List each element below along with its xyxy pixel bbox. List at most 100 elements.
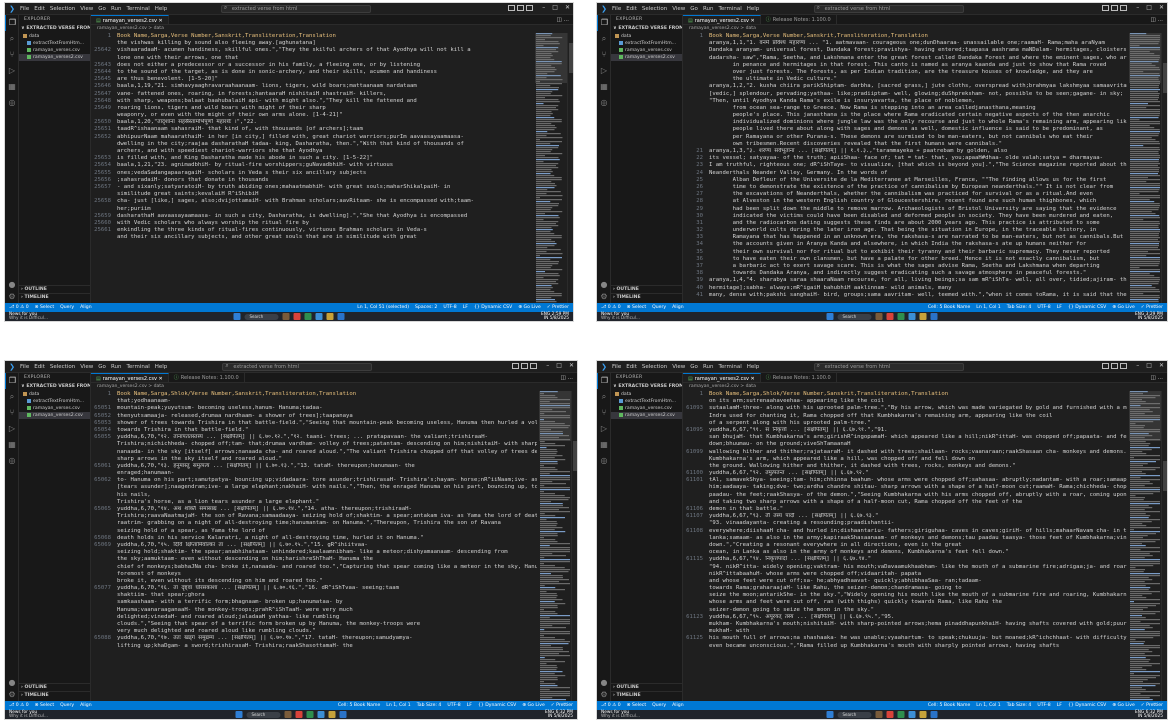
run-debug-icon[interactable]: ▷ — [597, 421, 611, 437]
extensions-icon[interactable]: ▦ — [597, 79, 611, 95]
status-item[interactable]: Align — [80, 703, 92, 708]
status-item[interactable]: Query — [60, 305, 74, 310]
manage-gear-icon[interactable]: ⚙ — [597, 690, 611, 699]
minimize-icon[interactable]: – — [542, 4, 545, 11]
menu-item-file[interactable]: File — [20, 6, 29, 12]
vscode-taskbar-icon[interactable] — [337, 313, 345, 320]
start-icon[interactable] — [235, 711, 243, 718]
toggle-sidebar-icon[interactable] — [1102, 363, 1109, 369]
minimap-viewport[interactable] — [1129, 391, 1161, 441]
app-icon[interactable] — [293, 313, 301, 320]
status-item[interactable]: ⎇ 0 ⚠ 0 — [9, 305, 29, 310]
outline-section[interactable]: › OUTLINE — [19, 285, 90, 293]
taskbar-search[interactable]: Search — [837, 313, 872, 320]
maximize-icon[interactable]: □ — [1146, 4, 1152, 11]
more-actions-icon[interactable]: … — [1158, 17, 1164, 23]
source-control-icon[interactable]: ⑂ — [597, 405, 611, 421]
menu-item-view[interactable]: View — [672, 364, 685, 370]
menu-item-go[interactable]: Go — [690, 364, 698, 370]
chrome-icon[interactable] — [306, 711, 314, 718]
code-view[interactable]: 1 Book Name,Sarga,Verse Number,Sanskrit,T… — [91, 33, 533, 303]
vscode-taskbar-icon[interactable] — [930, 313, 938, 320]
breadcrumb[interactable]: ramayan_verses2.csv > data — [91, 25, 573, 33]
news-widget[interactable]: News for you Why it is Difficul... — [9, 313, 48, 320]
file-tree-item[interactable]: data — [19, 391, 90, 398]
minimize-icon[interactable]: – — [1136, 362, 1139, 369]
minimap[interactable] — [535, 33, 567, 303]
workspace-folder-header[interactable]: ∨ EXTRACTED VERSE FROM HT... — [19, 25, 90, 33]
timeline-section[interactable]: › TIMELINE — [611, 691, 682, 699]
explorer-icon[interactable]: ❐ — [5, 15, 19, 31]
tab-release-notes[interactable]: ⓘ Release Notes: 1.100.0 — [761, 15, 837, 24]
edge-icon[interactable] — [908, 711, 916, 718]
timeline-section[interactable]: › TIMELINE — [611, 293, 682, 301]
split-editor-icon[interactable]: ◫ — [557, 17, 562, 23]
minimap-viewport[interactable] — [539, 391, 571, 441]
minimap[interactable] — [1129, 33, 1161, 303]
explorer-icon[interactable]: ❐ — [597, 373, 611, 389]
breadcrumb[interactable]: ramayan_verses2.csv > data — [91, 383, 577, 391]
minimap[interactable] — [1129, 391, 1161, 701]
timeline-section[interactable]: › TIMELINE — [19, 691, 90, 699]
toggle-panel-icon[interactable] — [521, 363, 528, 369]
menu-item-run[interactable]: Run — [111, 364, 122, 370]
menu-item-file[interactable]: File — [20, 364, 29, 370]
editor-scrollbar[interactable] — [567, 33, 573, 303]
file-tree-item[interactable]: ramayan_verses2.csv — [19, 412, 90, 419]
status-item[interactable]: ⊗ Select — [627, 305, 646, 310]
menu-item-run[interactable]: Run — [703, 364, 714, 370]
menu-item-file[interactable]: File — [612, 364, 621, 370]
menu-item-view[interactable]: View — [672, 6, 685, 12]
editor-scrollbar[interactable] — [1161, 391, 1167, 701]
minimize-icon[interactable]: – — [1136, 4, 1139, 11]
menu-item-go[interactable]: Go — [98, 364, 106, 370]
status-item[interactable]: ⊗ Select — [627, 703, 646, 708]
breadcrumb[interactable]: ramayan_verses2.csv > data — [683, 25, 1167, 33]
news-widget[interactable]: News for you Why it is Difficul... — [601, 313, 640, 320]
system-tray[interactable]: ENG 6:32 PM IN 5/8/2025 — [545, 711, 573, 718]
run-debug-icon[interactable]: ▷ — [5, 421, 19, 437]
status-item[interactable]: ✓ Prettier — [547, 305, 569, 310]
split-editor-icon[interactable]: ◫ — [1151, 375, 1156, 381]
menu-item-go[interactable]: Go — [98, 6, 106, 12]
breadcrumb[interactable]: ramayan_verses2.csv > data — [683, 383, 1167, 391]
status-item[interactable]: ⎇ 0 ⚠ 0 — [601, 703, 621, 708]
edge-icon[interactable] — [317, 711, 325, 718]
status-item[interactable]: Query — [652, 703, 666, 708]
account-icon[interactable]: ● — [597, 678, 611, 687]
outline-section[interactable]: › OUTLINE — [19, 683, 90, 691]
workspace-folder-header[interactable]: ∨ EXTRACTED VERSE FROM HT... — [611, 25, 682, 33]
tab-csv-file[interactable]: ▤ ramayan_verses2.csv ✕ — [683, 373, 761, 382]
status-item[interactable]: ✓ Prettier — [1141, 703, 1163, 708]
close-icon[interactable]: ✕ — [1159, 4, 1164, 11]
vscode-taskbar-icon[interactable] — [930, 711, 938, 718]
folder-icon[interactable] — [919, 313, 927, 320]
menu-item-help[interactable]: Help — [155, 364, 168, 370]
folder-icon[interactable] — [326, 313, 334, 320]
more-actions-icon[interactable]: … — [1158, 375, 1164, 381]
split-editor-icon[interactable]: ◫ — [1151, 17, 1156, 23]
start-icon[interactable] — [826, 313, 834, 320]
toggle-secondary-sidebar-icon[interactable] — [1120, 5, 1127, 11]
folder-icon[interactable] — [919, 711, 927, 718]
status-item[interactable]: Cell: 5 Book Name — [928, 703, 970, 708]
status-item[interactable]: Align — [672, 305, 684, 310]
file-explorer-icon[interactable] — [875, 711, 883, 718]
menu-item-edit[interactable]: Edit — [34, 364, 45, 370]
news-widget[interactable]: News for you Why it is Difficul... — [9, 711, 48, 718]
folder-icon[interactable] — [328, 711, 336, 718]
status-item[interactable]: ⊕ Go Live — [1112, 703, 1135, 708]
minimap-viewport[interactable] — [535, 33, 567, 83]
maximize-icon[interactable]: □ — [552, 4, 558, 11]
status-item[interactable]: ✓ Prettier — [551, 703, 573, 708]
tab-release-notes[interactable]: ⓘ Release Notes: 1.100.0 — [761, 373, 837, 382]
status-item[interactable]: Ln 1, Col 1 — [976, 305, 1000, 310]
extensions-icon[interactable]: ▦ — [5, 79, 19, 95]
status-item[interactable]: ⊗ Select — [35, 305, 54, 310]
menu-item-terminal[interactable]: Terminal — [126, 6, 149, 12]
app-icon[interactable] — [295, 711, 303, 718]
outline-section[interactable]: › OUTLINE — [611, 683, 682, 691]
status-item[interactable]: {} Dynamic CSV — [478, 703, 516, 708]
workspace-folder-header[interactable]: ∨ EXTRACTED VERSE FROM HT... — [19, 383, 90, 391]
tab-release-notes[interactable]: ⓘ Release Notes: 1.100.0 — [169, 373, 245, 382]
